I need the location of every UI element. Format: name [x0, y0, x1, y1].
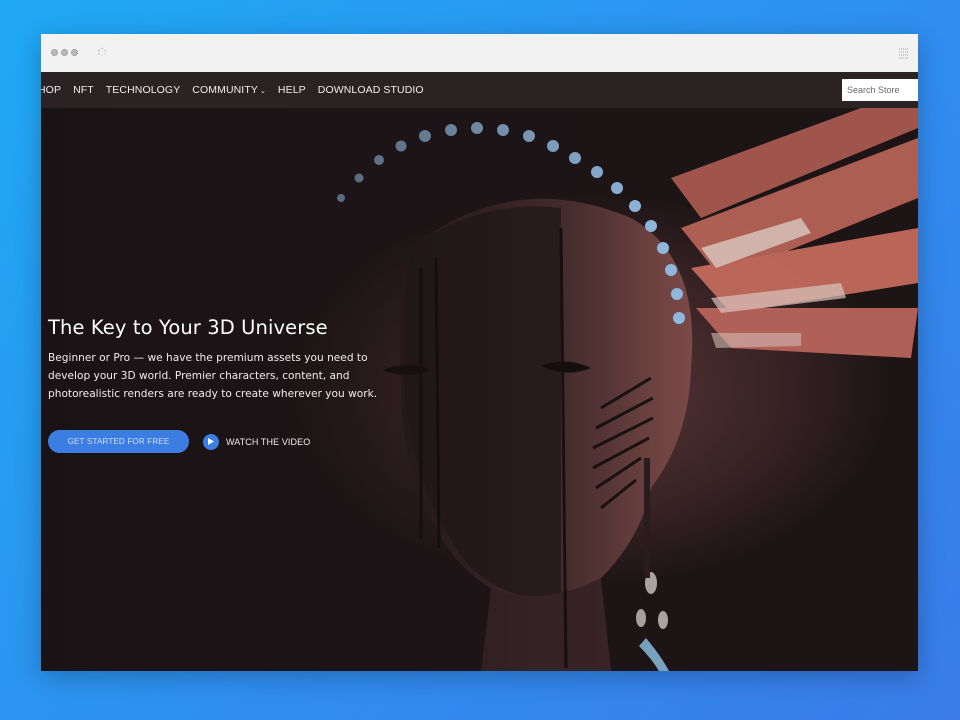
- browser-window: HOP NFT TECHNOLOGY COMMUNITY ⌄ HELP DOWN…: [41, 34, 918, 671]
- nav-item-download-studio[interactable]: DOWNLOAD STUDIO: [318, 84, 424, 96]
- site-navbar: HOP NFT TECHNOLOGY COMMUNITY ⌄ HELP DOWN…: [41, 72, 918, 108]
- nav-item-label: COMMUNITY: [192, 84, 258, 96]
- hero-title: The Key to Your 3D Universe: [48, 316, 328, 339]
- nav-item-label: TECHNOLOGY: [105, 84, 181, 96]
- nav-item-shop[interactable]: HOP: [41, 84, 61, 96]
- play-icon[interactable]: [203, 433, 219, 450]
- nav-item-label: HOP: [41, 84, 62, 96]
- hero-description: Beginner or Pro — we have the premium as…: [48, 352, 378, 400]
- chevron-down-icon: ⌄: [259, 87, 266, 95]
- hero-text-block: The Key to Your 3D Universe Beginner or …: [48, 316, 408, 403]
- loading-spinner-icon: [97, 47, 107, 57]
- hero-banner: The Key to Your 3D Universe Beginner or …: [41, 108, 918, 671]
- window-controls: [51, 49, 78, 56]
- maximize-window-icon[interactable]: [71, 49, 78, 56]
- watch-video-link[interactable]: WATCH THE VIDEO: [203, 433, 311, 450]
- nav-item-label: NFT: [73, 84, 94, 96]
- browser-titlebar: [41, 34, 918, 73]
- hero-actions: GET STARTED FOR FREE WATCH THE VIDEO: [48, 430, 310, 453]
- nav-item-technology[interactable]: TECHNOLOGY: [106, 84, 181, 96]
- hamburger-menu-icon[interactable]: [898, 46, 910, 60]
- search-store-input[interactable]: [842, 79, 918, 101]
- nav-item-label: HELP: [277, 84, 306, 96]
- get-started-button[interactable]: GET STARTED FOR FREE: [48, 430, 189, 453]
- nav-item-label: DOWNLOAD STUDIO: [317, 84, 424, 96]
- watch-video-label: WATCH THE VIDEO: [226, 436, 311, 447]
- nav-item-community[interactable]: COMMUNITY ⌄: [192, 84, 266, 96]
- nav-item-help[interactable]: HELP: [278, 84, 306, 96]
- nav-menu: HOP NFT TECHNOLOGY COMMUNITY ⌄ HELP DOWN…: [41, 72, 424, 108]
- minimize-window-icon[interactable]: [61, 49, 68, 56]
- nav-item-nft[interactable]: NFT: [73, 84, 94, 96]
- close-window-icon[interactable]: [51, 49, 58, 56]
